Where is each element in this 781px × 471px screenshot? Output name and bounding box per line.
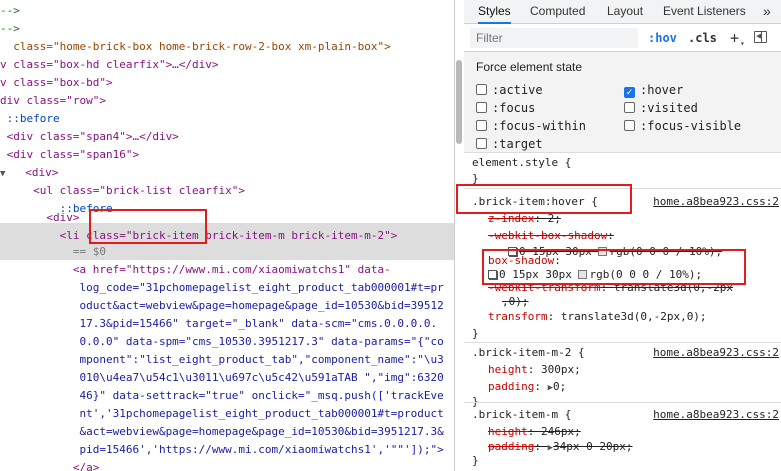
- rule-source-link[interactable]: home.a8bea923.css:2: [653, 193, 779, 211]
- rule-selector-brick-item-m-2[interactable]: .brick-item-m-2 {: [472, 344, 585, 362]
- checkbox-icon[interactable]: [476, 102, 487, 113]
- state-checkbox-target[interactable]: :target: [476, 136, 543, 152]
- declaration-padding[interactable]: padding: ▶0;: [488, 378, 566, 396]
- dom-line[interactable]: v class="box-hd clearfix">…</div>: [0, 56, 219, 74]
- dom-line: 010\u4ea7\u54c1\u3011\u697c\u5c42\u591aT…: [0, 371, 444, 384]
- rule-source-link[interactable]: home.a8bea923.css:2: [653, 344, 779, 362]
- dom-line: 46}" data-settrack="true" onclick="_msq.…: [0, 389, 444, 402]
- dom-line: pid=15466','https://www.mi.com/xiaomiwat…: [0, 443, 444, 456]
- force-state-title: Force element state: [476, 60, 583, 74]
- sidebar-tabbar: Styles Computed Layout Event Listeners »: [464, 0, 781, 24]
- dom-line: &act=webview&page=homepage&page_id=10530…: [0, 425, 444, 438]
- hov-toggle-button[interactable]: :hov: [648, 28, 677, 48]
- dom-line: mponent":"list_eight_product_tab","compo…: [0, 353, 444, 366]
- state-checkbox-active[interactable]: :active: [476, 82, 543, 98]
- force-element-state-section: Force element state :active :focus :focu…: [464, 52, 781, 152]
- more-tabs-chevron-icon[interactable]: »: [763, 0, 771, 24]
- dom-line: 17.3&pid=15466" target="_blank" data-scm…: [0, 317, 438, 330]
- dom-line[interactable]: <div>: [0, 209, 79, 227]
- element-style-selector[interactable]: element.style {: [472, 154, 571, 172]
- dom-line[interactable]: -->: [0, 2, 20, 20]
- rule-separator: [464, 402, 781, 403]
- dom-line[interactable]: ▼ <div>: [0, 164, 58, 182]
- checkbox-icon[interactable]: [476, 120, 487, 131]
- dom-line[interactable]: class="home-brick-box home-brick-row-2-b…: [0, 38, 391, 56]
- checkbox-checked-icon[interactable]: ✓: [624, 87, 635, 98]
- rule-close-brace: }: [472, 454, 479, 467]
- panel-divider[interactable]: [454, 0, 455, 471]
- dom-line[interactable]: <a href="https://www.mi.com/xiaomiwatchs…: [0, 261, 391, 279]
- declaration-transform[interactable]: transform: translate3d(0,-2px,0);: [488, 308, 707, 326]
- filter-input[interactable]: [470, 28, 638, 48]
- state-checkbox-focus-visible[interactable]: :focus-visible: [624, 118, 741, 134]
- state-checkbox-visited[interactable]: :visited: [624, 100, 698, 116]
- new-style-rule-button[interactable]: +: [730, 28, 739, 48]
- declaration-height[interactable]: height: 300px;: [488, 361, 581, 379]
- dom-line[interactable]: div class="row">: [0, 92, 106, 110]
- scrollbar[interactable]: [456, 60, 462, 144]
- dom-line[interactable]: <div class="span16">: [0, 146, 139, 164]
- annotation-box-hover-selector: [456, 184, 632, 214]
- selected-node-marker: == $0: [0, 245, 106, 258]
- dom-line[interactable]: -->: [0, 20, 20, 38]
- dom-line[interactable]: <div class="span4">…</div>: [0, 128, 179, 146]
- rule-source-link[interactable]: home.a8bea923.css:2: [653, 406, 779, 424]
- checkbox-icon[interactable]: [624, 120, 635, 131]
- pseudo-element-line[interactable]: ::before: [0, 110, 60, 128]
- state-checkbox-focus[interactable]: :focus: [476, 100, 535, 116]
- styles-panel: Styles Computed Layout Event Listeners »…: [456, 0, 781, 471]
- annotation-box-class-highlight: [89, 209, 207, 244]
- dom-line[interactable]: <ul class="brick-list clearfix">: [0, 182, 245, 200]
- cls-toggle-button[interactable]: .cls: [688, 28, 717, 48]
- rule-separator: [464, 152, 781, 153]
- tab-styles[interactable]: Styles: [478, 0, 511, 24]
- checkbox-icon[interactable]: [624, 102, 635, 113]
- rule-selector-brick-item-m[interactable]: .brick-item-m {: [472, 406, 571, 424]
- state-checkbox-focus-within[interactable]: :focus-within: [476, 118, 586, 134]
- rule-separator: [464, 342, 781, 343]
- dom-line: oduct&act=webview&page=homepage&page_id=…: [0, 299, 444, 312]
- checkbox-icon[interactable]: [476, 138, 487, 149]
- toggle-sidebar-icon[interactable]: ◀: [754, 31, 767, 43]
- dom-line: nt','31pchomepagelist_eight_product_tab0…: [0, 407, 444, 420]
- dom-line[interactable]: v class="box-bd">: [0, 74, 113, 92]
- rule-close-brace: }: [472, 327, 479, 340]
- elements-panel: --> --> class="home-brick-box home-brick…: [0, 0, 454, 471]
- filter-bar: :hov .cls + ▾ ◀: [464, 24, 781, 52]
- checkbox-icon[interactable]: [476, 84, 487, 95]
- state-checkbox-hover[interactable]: ✓:hover: [624, 82, 683, 98]
- dom-line[interactable]: </a>: [0, 459, 100, 471]
- tab-computed[interactable]: Computed: [530, 0, 585, 24]
- dom-line: log_code="31pchomepagelist_eight_product…: [0, 281, 444, 294]
- declaration-padding-overridden[interactable]: padding: ▶34px 0 20px;: [488, 438, 633, 456]
- annotation-box-box-shadow: [482, 249, 746, 285]
- new-rule-menu-chevron-icon[interactable]: ▾: [740, 34, 745, 54]
- tab-layout[interactable]: Layout: [607, 0, 643, 24]
- dom-line: 0.0.0" data-spm="cms_10530.3951217.3" da…: [0, 335, 444, 348]
- tab-event-listeners[interactable]: Event Listeners: [663, 0, 746, 24]
